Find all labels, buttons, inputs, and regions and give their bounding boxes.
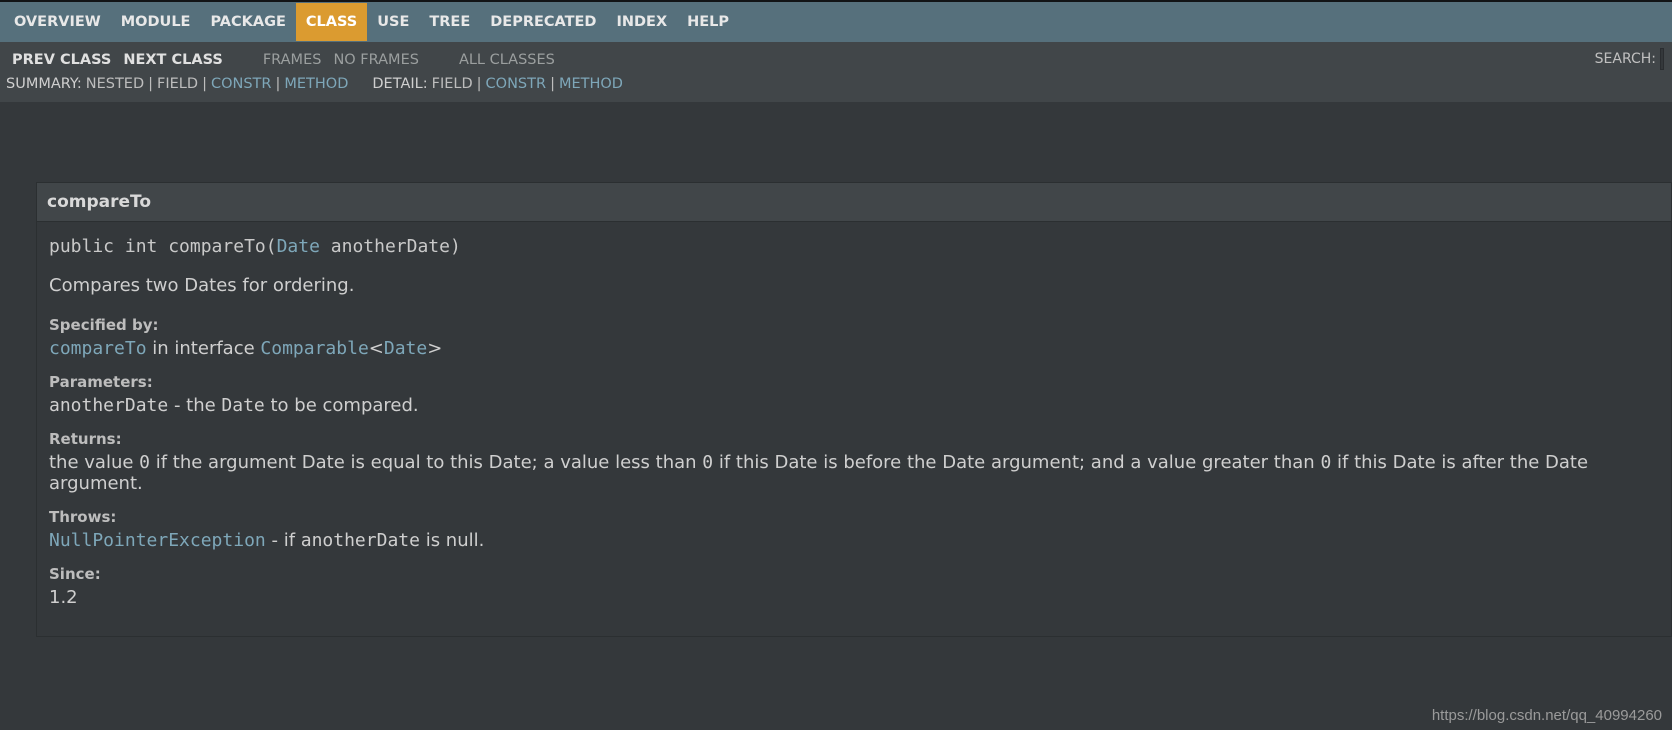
specified-by-interface-link[interactable]: Comparable (260, 338, 368, 359)
summary-label: SUMMARY: (6, 76, 86, 92)
detail-method-link[interactable]: METHOD (559, 76, 623, 92)
summary-nested: NESTED (86, 76, 144, 92)
search-box: SEARCH: (1595, 48, 1664, 70)
nav-index[interactable]: INDEX (606, 3, 677, 41)
returns-label: Returns: (49, 430, 1659, 448)
method-signature: public int compareTo(Date anotherDate) (49, 236, 1659, 257)
method-description: Compares two Dates for ordering. (49, 275, 1659, 296)
watermark-text: https://blog.csdn.net/qq_40994260 (1432, 707, 1662, 724)
nav-module[interactable]: MODULE (111, 3, 201, 41)
summary-constr-link[interactable]: CONSTR (211, 76, 272, 92)
content: compareTo public int compareTo(Date anot… (0, 182, 1672, 637)
nav-overview[interactable]: OVERVIEW (4, 3, 111, 41)
search-input[interactable] (1660, 48, 1664, 70)
nav-class[interactable]: CLASS (296, 3, 367, 41)
nav-tree[interactable]: TREE (419, 3, 480, 41)
detail-field: FIELD (432, 76, 473, 92)
specified-by-label: Specified by: (49, 316, 1659, 334)
no-frames-link[interactable]: NO FRAMES (327, 48, 425, 72)
parameters-value: anotherDate - the Date to be compared. (49, 395, 1659, 416)
nav-help[interactable]: HELP (677, 3, 739, 41)
param-type-link[interactable]: Date (277, 236, 320, 257)
frames-link[interactable]: FRAMES (257, 48, 328, 72)
summary-method-link[interactable]: METHOD (284, 76, 348, 92)
top-nav: OVERVIEW MODULE PACKAGE CLASS USE TREE D… (0, 0, 1672, 42)
nav-package[interactable]: PACKAGE (200, 3, 295, 41)
nav-use[interactable]: USE (367, 3, 419, 41)
specified-by-method-link[interactable]: compareTo (49, 338, 147, 359)
search-label: SEARCH: (1595, 51, 1656, 67)
since-value: 1.2 (49, 587, 1659, 608)
throws-label: Throws: (49, 508, 1659, 526)
specified-by-value: compareTo in interface Comparable<Date> (49, 338, 1659, 359)
sub-nav: PREV CLASS NEXT CLASS FRAMES NO FRAMES A… (0, 42, 1672, 102)
next-class-link[interactable]: NEXT CLASS (117, 48, 229, 72)
method-detail-block: compareTo public int compareTo(Date anot… (36, 182, 1672, 637)
nav-deprecated[interactable]: DEPRECATED (480, 3, 606, 41)
throws-exception-link[interactable]: NullPointerException (49, 530, 266, 551)
detail-constr-link[interactable]: CONSTR (486, 76, 547, 92)
method-name-header: compareTo (37, 183, 1671, 222)
all-classes-link[interactable]: ALL CLASSES (453, 48, 561, 72)
returns-value: the value 0 if the argument Date is equa… (49, 452, 1659, 494)
since-label: Since: (49, 565, 1659, 583)
parameters-label: Parameters: (49, 373, 1659, 391)
throws-value: NullPointerException - if anotherDate is… (49, 530, 1659, 551)
summary-field: FIELD (157, 76, 198, 92)
prev-class-link[interactable]: PREV CLASS (6, 48, 117, 72)
specified-by-type-link[interactable]: Date (384, 338, 427, 359)
detail-label: DETAIL: (372, 76, 431, 92)
